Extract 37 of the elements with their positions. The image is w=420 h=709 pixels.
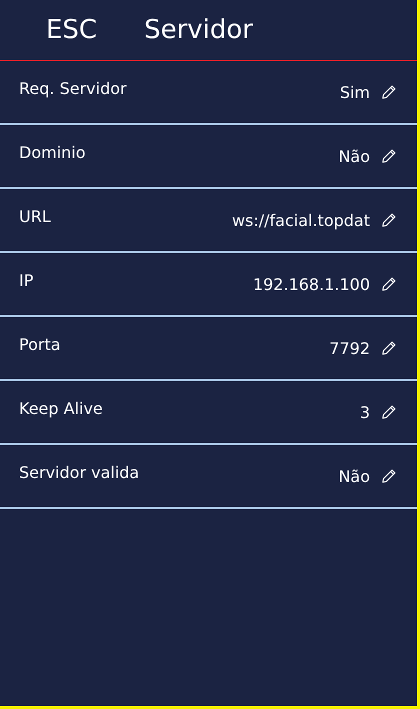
setting-row[interactable]: Servidor valida Não bbox=[0, 445, 417, 509]
setting-row[interactable]: Req. Servidor Sim bbox=[0, 61, 417, 125]
pencil-icon bbox=[380, 84, 397, 100]
edit-button[interactable] bbox=[380, 84, 397, 100]
setting-value: Não bbox=[338, 146, 370, 166]
edit-button[interactable] bbox=[380, 340, 397, 356]
setting-row[interactable]: Porta 7792 bbox=[0, 317, 417, 381]
setting-row[interactable]: Dominio Não bbox=[0, 125, 417, 189]
edit-button[interactable] bbox=[380, 148, 397, 164]
setting-row[interactable]: URL ws://facial.topdat bbox=[0, 189, 417, 253]
pencil-icon bbox=[380, 468, 397, 484]
setting-label: IP bbox=[19, 270, 34, 290]
page-title: Servidor bbox=[144, 15, 253, 45]
setting-value: Sim bbox=[340, 82, 370, 102]
edit-button[interactable] bbox=[380, 212, 397, 228]
pencil-icon bbox=[380, 148, 397, 164]
pencil-icon bbox=[380, 404, 397, 420]
setting-value: 192.168.1.100 bbox=[252, 274, 370, 294]
setting-label: Keep Alive bbox=[19, 398, 103, 418]
setting-value: ws://facial.topdat bbox=[232, 210, 370, 230]
pencil-icon bbox=[380, 276, 397, 292]
setting-row[interactable]: IP 192.168.1.100 bbox=[0, 253, 417, 317]
setting-row[interactable]: Keep Alive 3 bbox=[0, 381, 417, 445]
edit-button[interactable] bbox=[380, 276, 397, 292]
setting-value: 3 bbox=[360, 402, 370, 422]
pencil-icon bbox=[380, 340, 397, 356]
setting-label: URL bbox=[19, 206, 51, 226]
setting-value: 7792 bbox=[329, 338, 370, 358]
setting-label: Req. Servidor bbox=[19, 78, 127, 98]
setting-value: Não bbox=[338, 466, 370, 486]
edit-button[interactable] bbox=[380, 468, 397, 484]
setting-label: Dominio bbox=[19, 142, 86, 162]
pencil-icon bbox=[380, 212, 397, 228]
esc-button[interactable]: ESC bbox=[46, 15, 98, 45]
edit-button[interactable] bbox=[380, 404, 397, 420]
setting-label: Porta bbox=[19, 334, 61, 354]
setting-label: Servidor valida bbox=[19, 462, 140, 482]
